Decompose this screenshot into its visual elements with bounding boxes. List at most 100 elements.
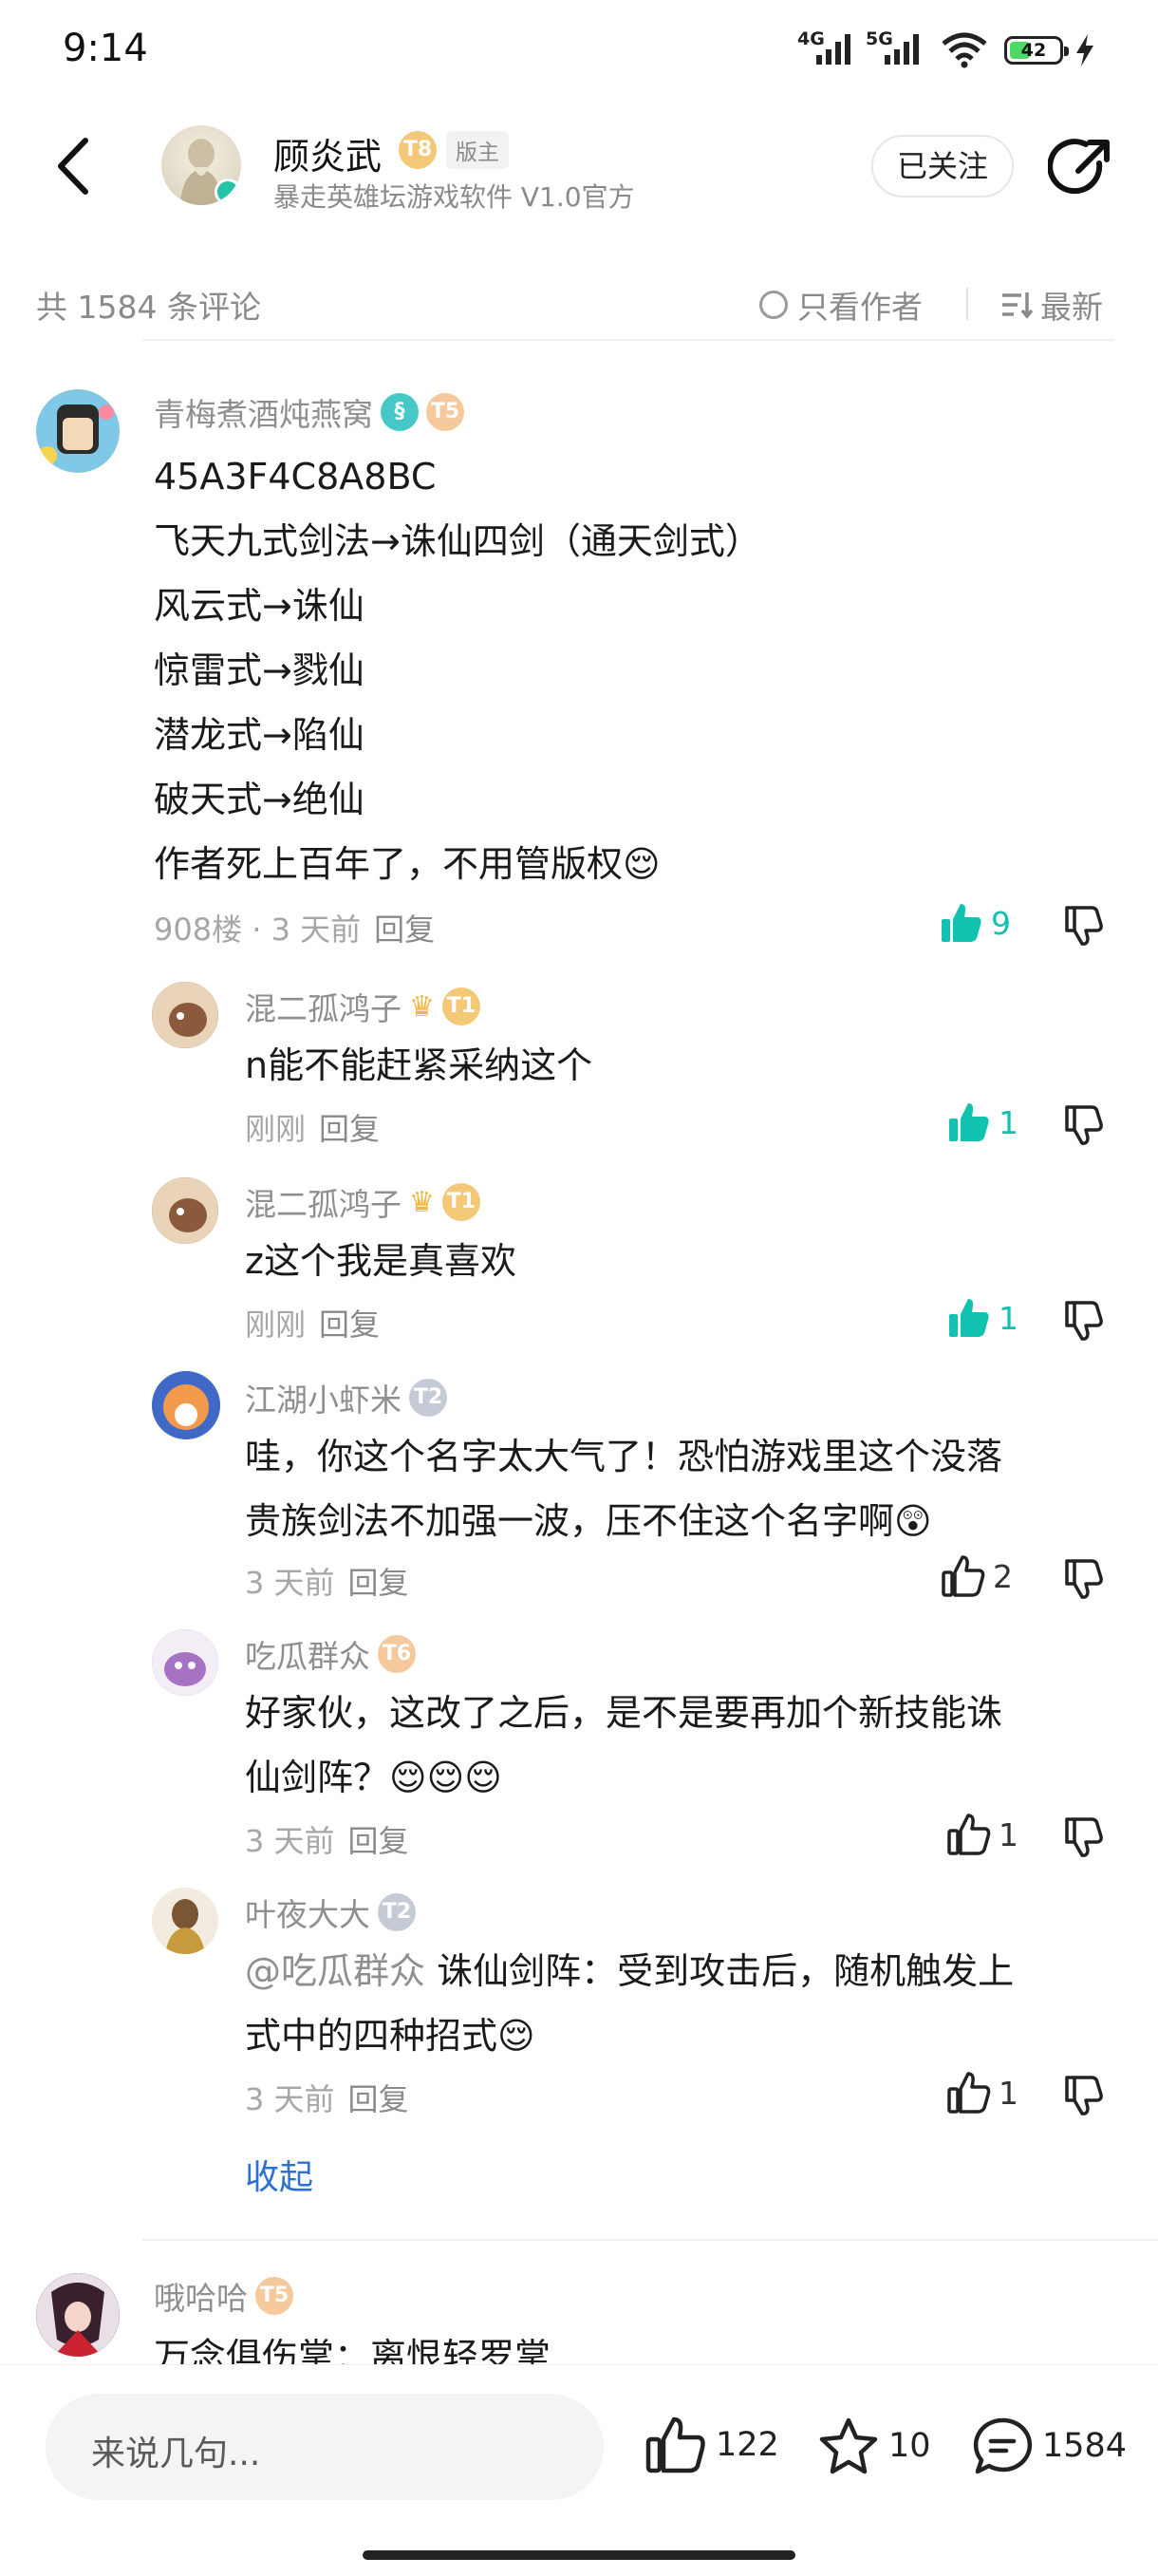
comment-line: 好家伙，这改了之后，是不是要再加个新技能诛	[245, 1692, 1003, 1734]
thumbs-down-icon[interactable]	[1061, 1299, 1105, 1343]
home-indicator[interactable]	[363, 2550, 795, 2560]
level-badge: T2	[378, 1893, 416, 1931]
like-button[interactable]: 1	[947, 1297, 1018, 1339]
comment-body: 哇，你这个名字太大气了！恐怕游戏里这个没落 贵族剑法不加强一波，压不住这个名字啊…	[245, 1424, 1002, 1553]
comment-line: 诛仙剑阵：受到攻击后，随机触发上	[425, 1950, 1015, 1992]
like-count: 1	[999, 1103, 1018, 1141]
comment-line: 仙剑阵？😌😌😌	[245, 1757, 502, 1798]
comment-body: z这个我是真喜欢	[245, 1229, 516, 1293]
like-button[interactable]: 2	[942, 1555, 1013, 1597]
comment-line: 破天式→绝仙	[154, 779, 364, 820]
sort-icon	[1002, 292, 1033, 319]
thumbs-up-icon	[942, 1555, 985, 1597]
mention-link[interactable]: @吃瓜群众	[245, 1950, 425, 1992]
reply-button[interactable]: 回复	[348, 2081, 409, 2117]
collapse-replies-button[interactable]: 收起	[245, 2150, 313, 2199]
comment-line: 万念俱伤掌：离恨轻罗掌	[154, 2336, 551, 2366]
commenter-avatar[interactable]	[152, 1629, 218, 1696]
battery-percent: 42	[1020, 40, 1047, 61]
comment-line: 潜龙式→陷仙	[154, 714, 364, 756]
like-button[interactable]: 1	[947, 1814, 1018, 1855]
star-icon	[819, 2417, 878, 2474]
thumbs-up-icon	[947, 2072, 991, 2114]
favorite-button[interactable]: 10	[818, 2416, 931, 2475]
thumbs-down-icon[interactable]	[1061, 904, 1105, 948]
comment-time: 3 天前	[245, 1823, 335, 1859]
thumbs-up-icon	[947, 1814, 991, 1855]
thumbs-up-filled-icon	[942, 904, 981, 942]
comment-line: 飞天九式剑法→诛仙四剑（通天剑式）	[154, 520, 761, 562]
commenter-avatar[interactable]	[152, 982, 218, 1048]
level-badge: T1	[441, 987, 480, 1025]
thumbs-up-filled-icon	[949, 1103, 989, 1141]
comment-floor-time: 908楼 · 3 天前	[154, 912, 362, 948]
bottom-action-bar: 来说几句... 122 10 1584	[0, 2364, 1158, 2576]
comment-count: 共 1584 条评论	[36, 289, 261, 326]
battery-icon: 42	[1004, 36, 1069, 65]
post-like-button[interactable]: 122	[645, 2416, 779, 2473]
level-badge: T2	[409, 1379, 447, 1417]
vip-badge-icon: §	[381, 393, 419, 431]
reply-button[interactable]: 回复	[348, 1823, 409, 1859]
comment-sort-bar: 共 1584 条评论 只看作者 最新	[0, 271, 1158, 337]
verified-badge-icon	[215, 179, 241, 205]
comment-line: 作者死上百年了，不用管版权😌	[154, 843, 661, 885]
commenter-name[interactable]: 青梅煮酒炖燕窝	[154, 389, 373, 435]
comment-divider	[142, 2239, 1158, 2241]
post-header: 顾炎武 T8 版主 暴走英雄坛游戏软件 V1.0官方 已关注	[0, 104, 1158, 341]
radio-icon	[759, 291, 788, 319]
level-badge: T1	[441, 1183, 480, 1221]
commenter-avatar[interactable]	[152, 1888, 218, 1954]
like-button[interactable]: 1	[947, 2072, 1018, 2114]
like-count: 9	[991, 904, 1011, 942]
commenter-name[interactable]: 江湖小虾米	[245, 1375, 402, 1420]
back-arrow-icon[interactable]	[51, 133, 99, 199]
thumbs-down-icon[interactable]	[1061, 1103, 1105, 1147]
follow-button[interactable]: 已关注	[871, 135, 1014, 197]
comment-line: 哇，你这个名字太大气了！恐怕游戏里这个没落	[245, 1436, 1003, 1477]
cell-signal-icon	[816, 34, 850, 65]
commenter-avatar[interactable]	[152, 1371, 220, 1439]
only-author-toggle[interactable]: 只看作者	[759, 282, 923, 328]
comment-line: n能不能赶紧采纳这个	[245, 1044, 593, 1086]
comment-line: 45A3F4C8A8BC	[154, 456, 437, 498]
thumbs-down-icon[interactable]	[1061, 2074, 1105, 2117]
reply-button[interactable]: 回复	[348, 1565, 409, 1601]
reply-button[interactable]: 回复	[374, 912, 435, 948]
only-author-label: 只看作者	[797, 289, 923, 326]
commenter-avatar[interactable]	[152, 1177, 218, 1244]
author-name[interactable]: 顾炎武	[273, 127, 382, 179]
reply-button[interactable]: 回复	[319, 1111, 380, 1147]
comment-line: z这个我是真喜欢	[245, 1240, 516, 1282]
like-count: 1	[999, 1815, 1018, 1853]
like-button[interactable]: 1	[947, 1101, 1018, 1143]
commenter-name[interactable]: 吃瓜群众	[245, 1631, 370, 1677]
like-count: 1	[999, 2074, 1018, 2112]
thumbs-down-icon[interactable]	[1061, 1815, 1105, 1859]
commenter-avatar[interactable]	[36, 389, 120, 473]
sort-latest-button[interactable]: 最新	[1000, 282, 1103, 328]
comments-button[interactable]: 1584	[972, 2416, 1127, 2475]
comment-total: 1584	[1042, 2427, 1128, 2465]
like-button[interactable]: 9	[940, 902, 1011, 944]
level-badge: T6	[378, 1635, 416, 1673]
commenter-name[interactable]: 叶夜大大	[245, 1890, 370, 1935]
share-icon[interactable]	[1048, 135, 1114, 201]
sort-divider	[966, 288, 968, 320]
commenter-avatar[interactable]	[36, 2273, 120, 2357]
commenter-name[interactable]: 哦哈哈	[154, 2273, 248, 2319]
commenter-name[interactable]: 混二孤鸿子	[245, 1179, 402, 1225]
author-avatar[interactable]	[161, 125, 241, 205]
status-time: 9:14	[63, 27, 148, 70]
like-count: 2	[993, 1557, 1013, 1595]
comment-time: 3 天前	[245, 1565, 335, 1601]
thumbs-down-icon[interactable]	[1061, 1557, 1105, 1601]
comment-time: 刚刚	[245, 1307, 307, 1343]
post-like-count: 122	[716, 2426, 779, 2464]
comment-bubble-icon	[973, 2417, 1033, 2474]
commenter-name[interactable]: 混二孤鸿子	[245, 984, 402, 1029]
comment-input[interactable]: 来说几句...	[46, 2394, 604, 2500]
moderator-tag: 版主	[446, 131, 509, 169]
comment-time: 3 天前	[245, 2081, 335, 2117]
reply-button[interactable]: 回复	[319, 1307, 380, 1343]
